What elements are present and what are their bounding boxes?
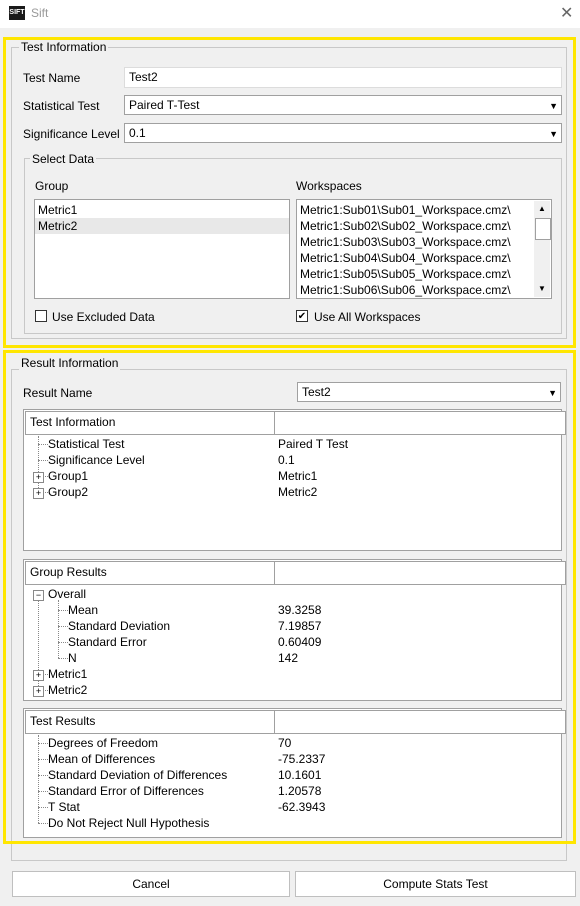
cancel-button[interactable]: Cancel xyxy=(12,871,290,897)
title-bar: SIFT Sift ✕ xyxy=(0,0,580,28)
window-title: Sift xyxy=(31,6,49,20)
app-icon: SIFT xyxy=(9,6,25,20)
highlight-result-information xyxy=(3,350,576,844)
close-icon[interactable]: ✕ xyxy=(560,3,573,23)
compute-stats-test-button[interactable]: Compute Stats Test xyxy=(295,871,576,897)
highlight-test-information xyxy=(3,37,576,348)
